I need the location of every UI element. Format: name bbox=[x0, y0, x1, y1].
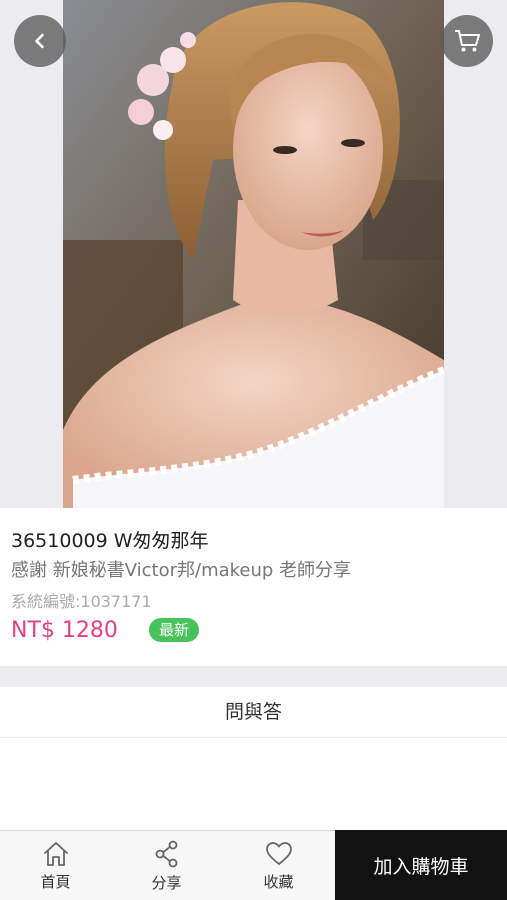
share-tab[interactable]: 分享 bbox=[111, 831, 222, 900]
product-subtitle: 感謝 新娘秘書Victor邦/makeup 老師分享 bbox=[11, 560, 352, 581]
qa-section-header[interactable]: 問與答 bbox=[0, 687, 507, 738]
heart-icon bbox=[265, 841, 292, 865]
cart-button[interactable] bbox=[441, 15, 493, 67]
product-info: 36510009 W匆匆那年 感謝 新娘秘書Victor邦/makeup 老師分… bbox=[0, 508, 507, 666]
home-tab-label: 首頁 bbox=[40, 872, 71, 891]
shopping-cart-icon bbox=[455, 30, 480, 52]
chevron-left-icon bbox=[35, 33, 44, 49]
new-badge: 最新 bbox=[149, 618, 200, 642]
section-divider bbox=[0, 666, 507, 687]
favorite-tab[interactable]: 收藏 bbox=[222, 831, 335, 900]
product-price: NT$ 1280 bbox=[11, 618, 118, 643]
home-tab[interactable]: 首頁 bbox=[0, 831, 111, 900]
share-icon bbox=[155, 840, 177, 867]
back-button[interactable] bbox=[14, 15, 66, 67]
product-photo[interactable] bbox=[63, 0, 444, 508]
bottom-action-bar: 首頁 分享 收藏 加入購物車 bbox=[0, 830, 507, 900]
product-image-area bbox=[0, 0, 507, 508]
favorite-tab-label: 收藏 bbox=[263, 872, 294, 891]
product-title: 36510009 W匆匆那年 bbox=[11, 530, 209, 552]
home-icon bbox=[43, 841, 68, 866]
add-to-cart-button[interactable]: 加入購物車 bbox=[335, 830, 507, 900]
bride-photo-illustration bbox=[63, 0, 444, 508]
system-number: 系統編號:1037171 bbox=[11, 592, 152, 611]
share-tab-label: 分享 bbox=[151, 873, 182, 892]
